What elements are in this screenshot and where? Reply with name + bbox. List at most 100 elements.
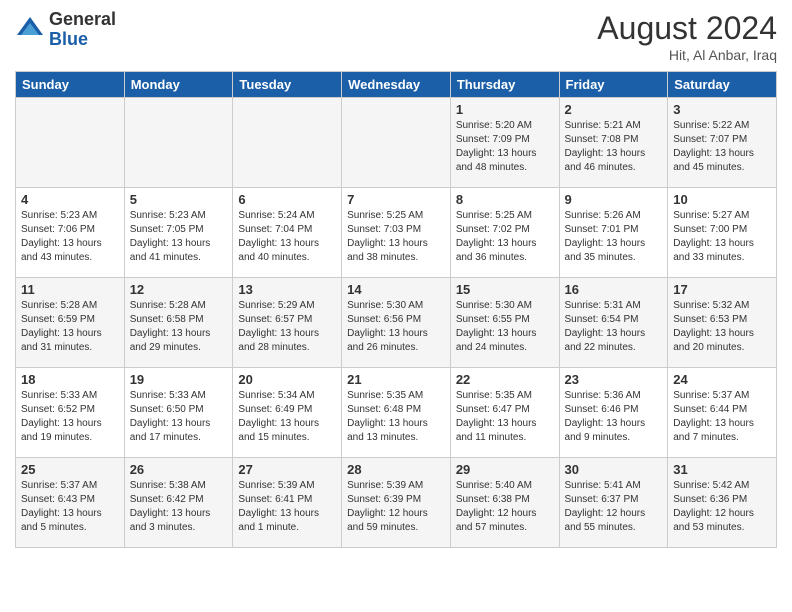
day-number: 20 <box>238 372 336 387</box>
day-number: 12 <box>130 282 228 297</box>
header-cell-sunday: Sunday <box>16 72 125 98</box>
day-info: Sunrise: 5:30 AM Sunset: 6:56 PM Dayligh… <box>347 299 445 355</box>
calendar-cell: 11Sunrise: 5:28 AM Sunset: 6:59 PM Dayli… <box>16 278 125 368</box>
day-number: 31 <box>673 462 771 477</box>
header-cell-thursday: Thursday <box>450 72 559 98</box>
calendar-cell: 10Sunrise: 5:27 AM Sunset: 7:00 PM Dayli… <box>668 188 777 278</box>
page-header: General Blue August 2024 Hit, Al Anbar, … <box>15 10 777 63</box>
day-info: Sunrise: 5:23 AM Sunset: 7:06 PM Dayligh… <box>21 209 119 265</box>
calendar-week-row: 25 Sunrise: 5:37 AM Sunset: 6:43 PM Dayli… <box>16 458 777 548</box>
day-info: Sunrise: 5:21 AM Sunset: 7:08 PM Dayligh… <box>565 119 663 175</box>
day-number: 14 <box>347 282 445 297</box>
calendar-week-row: 18 Sunrise: 5:33 AM Sunset: 6:52 PM Dayli… <box>16 368 777 458</box>
day-number: 13 <box>238 282 336 297</box>
day-info: Sunrise: 5:41 AM Sunset: 6:37 PM Dayligh… <box>565 479 663 535</box>
day-number: 26 <box>130 462 228 477</box>
day-info: Sunrise: 5:29 AM Sunset: 6:57 PM Dayligh… <box>238 299 336 355</box>
calendar-cell: 31 Sunrise: 5:42 AM Sunset: 6:36 PM Dayli… <box>668 458 777 548</box>
day-info: Sunrise: 5:32 AM Sunset: 6:53 PM Dayligh… <box>673 299 771 355</box>
location-subtitle: Hit, Al Anbar, Iraq <box>597 47 777 63</box>
day-info: Sunrise: 5:31 AM Sunset: 6:54 PM Dayligh… <box>565 299 663 355</box>
header-row: SundayMondayTuesdayWednesdayThursdayFrid… <box>16 72 777 98</box>
calendar-cell: 16 Sunrise: 5:31 AM Sunset: 6:54 PM Dayli… <box>559 278 668 368</box>
day-info: Sunrise: 5:42 AM Sunset: 6:36 PM Dayligh… <box>673 479 771 535</box>
calendar-cell: 23Sunrise: 5:36 AM Sunset: 6:46 PM Dayli… <box>559 368 668 458</box>
day-info: Sunrise: 5:30 AM Sunset: 6:55 PM Dayligh… <box>456 299 554 355</box>
calendar-cell: 4 Sunrise: 5:23 AM Sunset: 7:06 PM Daylig… <box>16 188 125 278</box>
day-info: Sunrise: 5:37 AM Sunset: 6:43 PM Dayligh… <box>21 479 119 535</box>
header-cell-tuesday: Tuesday <box>233 72 342 98</box>
day-info: Sunrise: 5:35 AM Sunset: 6:47 PM Dayligh… <box>456 389 554 445</box>
calendar-cell: 9 Sunrise: 5:26 AM Sunset: 7:01 PM Daylig… <box>559 188 668 278</box>
day-number: 19 <box>130 372 228 387</box>
calendar-cell: 22Sunrise: 5:35 AM Sunset: 6:47 PM Dayli… <box>450 368 559 458</box>
day-number: 29 <box>456 462 554 477</box>
day-info: Sunrise: 5:39 AM Sunset: 6:41 PM Dayligh… <box>238 479 336 535</box>
day-info: Sunrise: 5:25 AM Sunset: 7:02 PM Dayligh… <box>456 209 554 265</box>
day-info: Sunrise: 5:33 AM Sunset: 6:52 PM Dayligh… <box>21 389 119 445</box>
title-block: August 2024 Hit, Al Anbar, Iraq <box>597 10 777 63</box>
day-info: Sunrise: 5:28 AM Sunset: 6:59 PM Dayligh… <box>21 299 119 355</box>
day-number: 18 <box>21 372 119 387</box>
header-cell-saturday: Saturday <box>668 72 777 98</box>
calendar-cell <box>342 98 451 188</box>
calendar-week-row: 1 Sunrise: 5:20 AM Sunset: 7:09 PM Daylig… <box>16 98 777 188</box>
logo-blue: Blue <box>49 30 116 50</box>
calendar-cell: 27 Sunrise: 5:39 AM Sunset: 6:41 PM Dayli… <box>233 458 342 548</box>
calendar-cell: 24Sunrise: 5:37 AM Sunset: 6:44 PM Dayli… <box>668 368 777 458</box>
header-cell-monday: Monday <box>124 72 233 98</box>
day-info: Sunrise: 5:25 AM Sunset: 7:03 PM Dayligh… <box>347 209 445 265</box>
day-number: 3 <box>673 102 771 117</box>
day-number: 4 <box>21 192 119 207</box>
day-number: 21 <box>347 372 445 387</box>
calendar-cell: 26 Sunrise: 5:38 AM Sunset: 6:42 PM Dayli… <box>124 458 233 548</box>
calendar-week-row: 11Sunrise: 5:28 AM Sunset: 6:59 PM Dayli… <box>16 278 777 368</box>
logo-icon <box>15 15 45 45</box>
calendar-cell: 13 Sunrise: 5:29 AM Sunset: 6:57 PM Dayli… <box>233 278 342 368</box>
day-number: 27 <box>238 462 336 477</box>
day-number: 25 <box>21 462 119 477</box>
day-number: 6 <box>238 192 336 207</box>
day-info: Sunrise: 5:22 AM Sunset: 7:07 PM Dayligh… <box>673 119 771 175</box>
day-info: Sunrise: 5:33 AM Sunset: 6:50 PM Dayligh… <box>130 389 228 445</box>
header-cell-friday: Friday <box>559 72 668 98</box>
calendar-cell: 28Sunrise: 5:39 AM Sunset: 6:39 PM Dayli… <box>342 458 451 548</box>
day-number: 9 <box>565 192 663 207</box>
calendar-cell <box>233 98 342 188</box>
calendar-table: SundayMondayTuesdayWednesdayThursdayFrid… <box>15 71 777 548</box>
calendar-cell: 17Sunrise: 5:32 AM Sunset: 6:53 PM Dayli… <box>668 278 777 368</box>
month-year-title: August 2024 <box>597 10 777 47</box>
calendar-cell: 14 Sunrise: 5:30 AM Sunset: 6:56 PM Dayli… <box>342 278 451 368</box>
day-info: Sunrise: 5:20 AM Sunset: 7:09 PM Dayligh… <box>456 119 554 175</box>
calendar-cell: 29Sunrise: 5:40 AM Sunset: 6:38 PM Dayli… <box>450 458 559 548</box>
calendar-cell: 19 Sunrise: 5:33 AM Sunset: 6:50 PM Dayli… <box>124 368 233 458</box>
day-number: 8 <box>456 192 554 207</box>
day-info: Sunrise: 5:23 AM Sunset: 7:05 PM Dayligh… <box>130 209 228 265</box>
logo-general: General <box>49 10 116 30</box>
day-info: Sunrise: 5:28 AM Sunset: 6:58 PM Dayligh… <box>130 299 228 355</box>
calendar-week-row: 4 Sunrise: 5:23 AM Sunset: 7:06 PM Daylig… <box>16 188 777 278</box>
day-info: Sunrise: 5:24 AM Sunset: 7:04 PM Dayligh… <box>238 209 336 265</box>
calendar-cell: 6 Sunrise: 5:24 AM Sunset: 7:04 PM Daylig… <box>233 188 342 278</box>
day-info: Sunrise: 5:37 AM Sunset: 6:44 PM Dayligh… <box>673 389 771 445</box>
day-number: 28 <box>347 462 445 477</box>
calendar-cell: 7 Sunrise: 5:25 AM Sunset: 7:03 PM Daylig… <box>342 188 451 278</box>
day-number: 1 <box>456 102 554 117</box>
day-info: Sunrise: 5:35 AM Sunset: 6:48 PM Dayligh… <box>347 389 445 445</box>
day-number: 16 <box>565 282 663 297</box>
calendar-cell: 1 Sunrise: 5:20 AM Sunset: 7:09 PM Daylig… <box>450 98 559 188</box>
day-info: Sunrise: 5:26 AM Sunset: 7:01 PM Dayligh… <box>565 209 663 265</box>
day-number: 23 <box>565 372 663 387</box>
logo-text: General Blue <box>49 10 116 50</box>
day-number: 30 <box>565 462 663 477</box>
calendar-cell: 3 Sunrise: 5:22 AM Sunset: 7:07 PM Daylig… <box>668 98 777 188</box>
calendar-cell: 12 Sunrise: 5:28 AM Sunset: 6:58 PM Dayli… <box>124 278 233 368</box>
day-number: 7 <box>347 192 445 207</box>
calendar-cell: 8 Sunrise: 5:25 AM Sunset: 7:02 PM Daylig… <box>450 188 559 278</box>
calendar-cell: 5Sunrise: 5:23 AM Sunset: 7:05 PM Daylig… <box>124 188 233 278</box>
day-info: Sunrise: 5:27 AM Sunset: 7:00 PM Dayligh… <box>673 209 771 265</box>
logo: General Blue <box>15 10 116 50</box>
calendar-cell <box>16 98 125 188</box>
day-info: Sunrise: 5:34 AM Sunset: 6:49 PM Dayligh… <box>238 389 336 445</box>
day-info: Sunrise: 5:38 AM Sunset: 6:42 PM Dayligh… <box>130 479 228 535</box>
